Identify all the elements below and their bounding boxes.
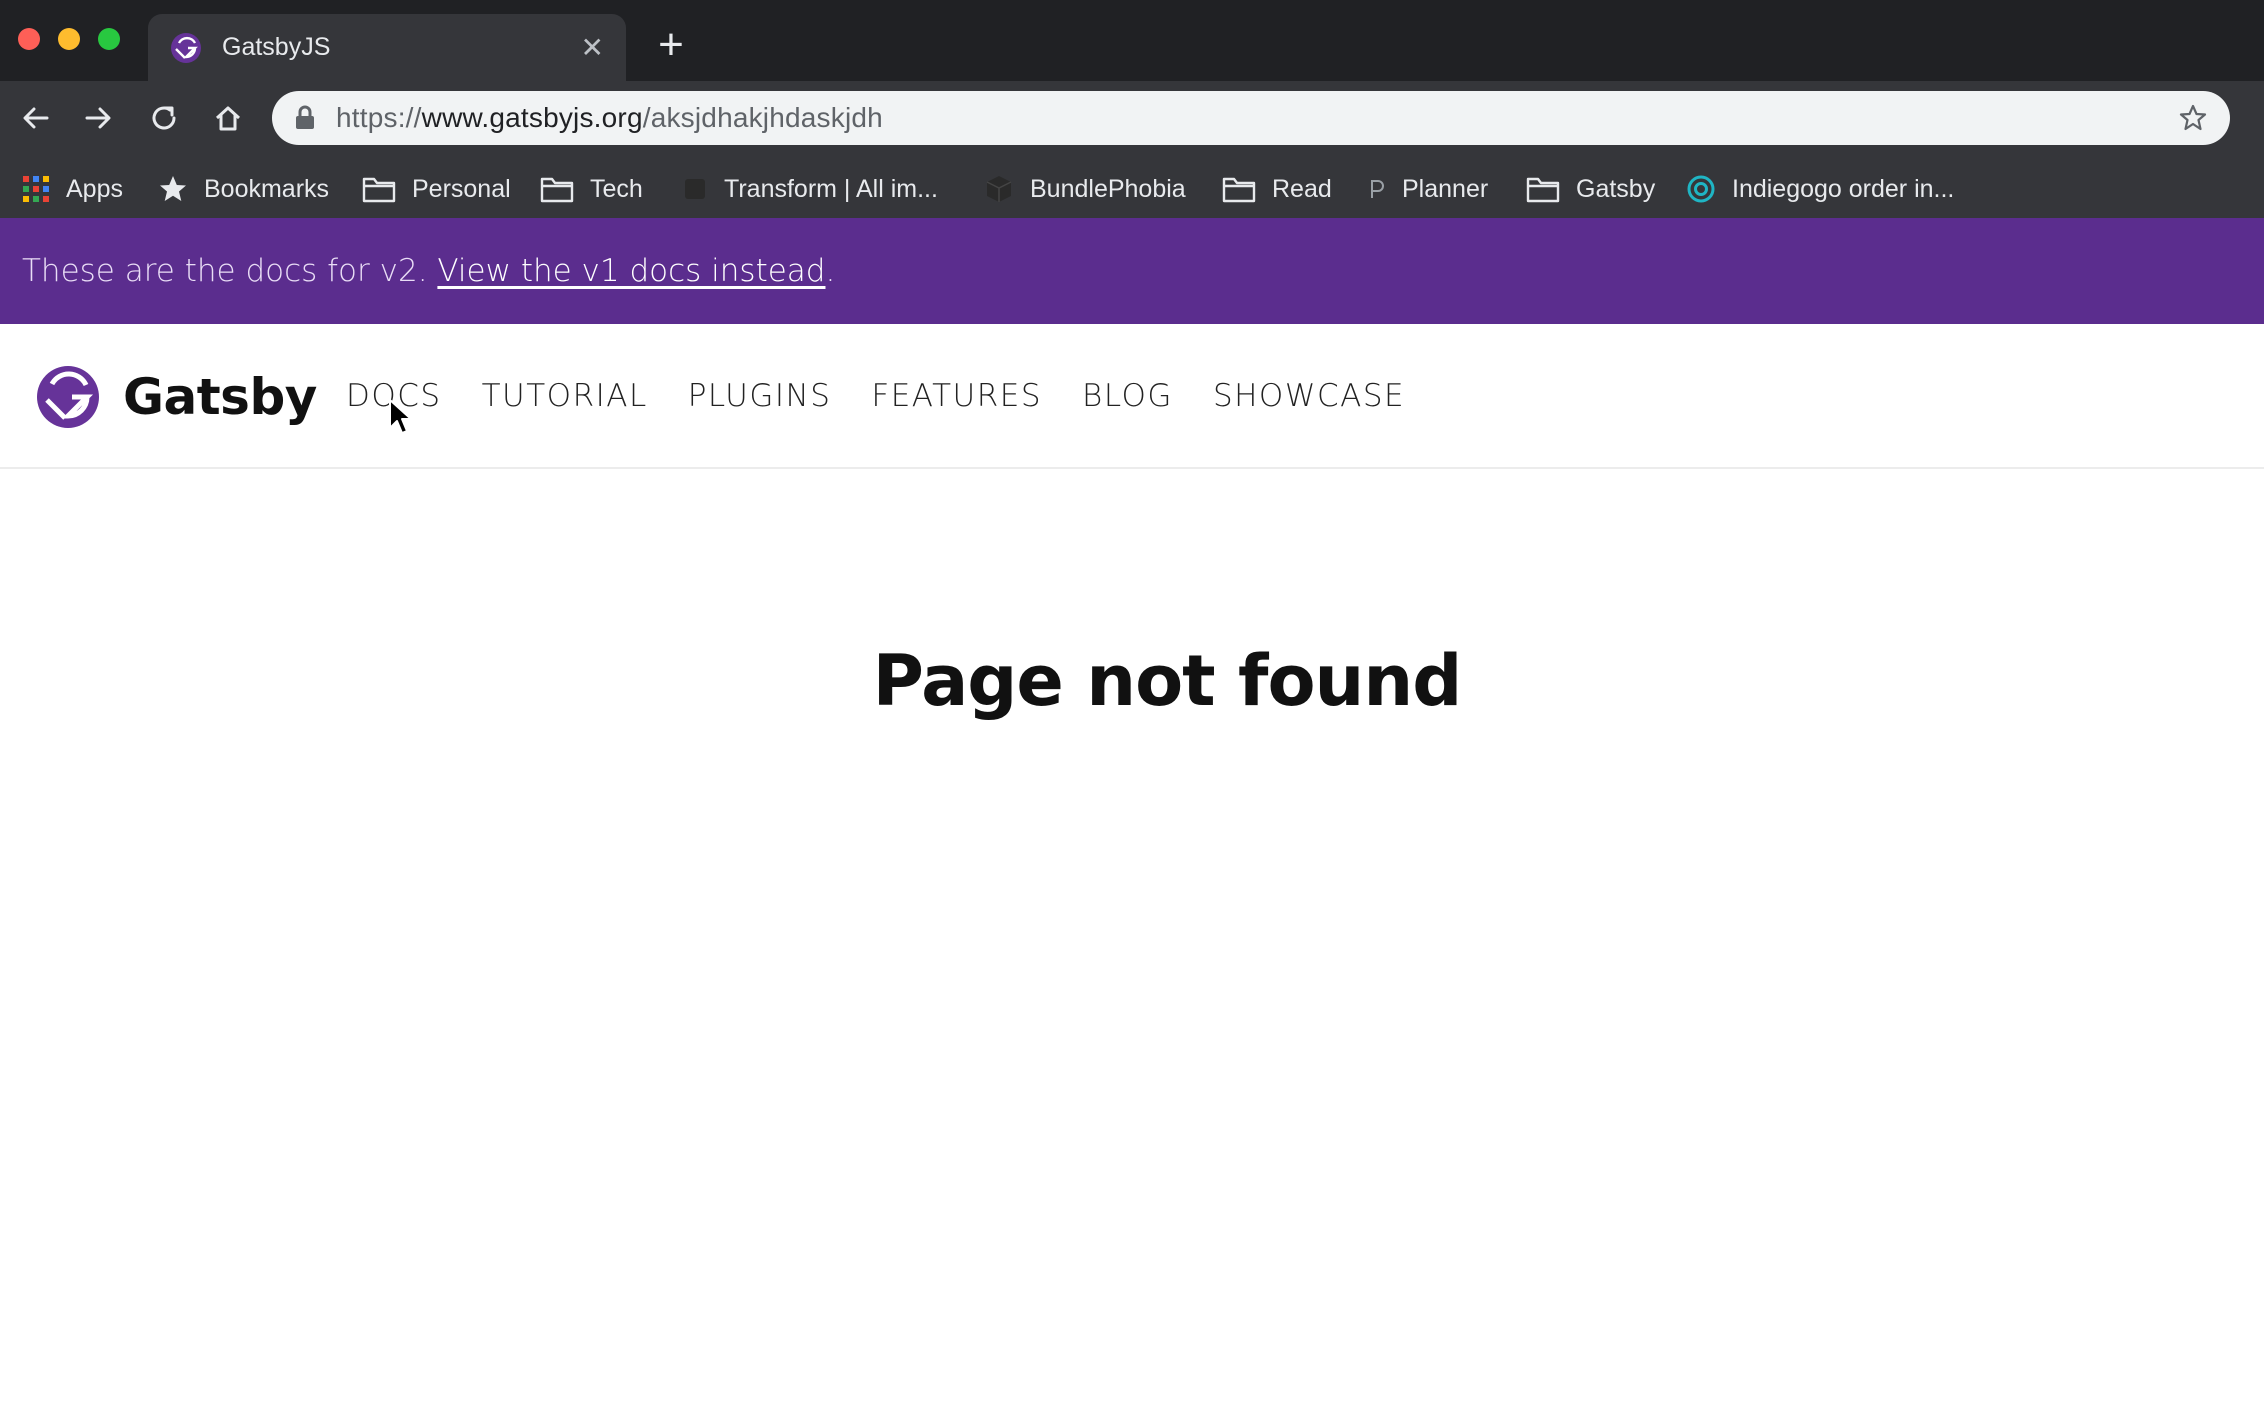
indiegogo-icon: [1687, 175, 1715, 203]
arrow-right-icon: [85, 107, 111, 129]
site-header: Gatsby DOCS TUTORIAL PLUGINS FEATURES BL…: [0, 324, 2264, 469]
home-button[interactable]: [208, 98, 248, 138]
bookmark-bundlephobia[interactable]: BundlePhobia: [984, 155, 1186, 223]
version-banner: These are the docs for v2. View the v1 d…: [0, 218, 2264, 324]
bookmark-label: Bookmarks: [204, 174, 330, 203]
close-window-button[interactable]: [18, 28, 40, 50]
tab-close-icon[interactable]: ✕: [581, 33, 604, 62]
box-icon: [986, 176, 1012, 202]
bookmark-label: Transform | All im...: [724, 174, 938, 203]
nav-showcase[interactable]: SHOWCASE: [1213, 378, 1405, 414]
reload-button[interactable]: [144, 98, 184, 138]
bookmark-tech[interactable]: Tech: [540, 155, 643, 223]
address-bar[interactable]: https://www.gatsbyjs.org/aksjdhakjhdaskj…: [272, 91, 2230, 145]
browser-toolbar: https://www.gatsbyjs.org/aksjdhakjhdaskj…: [0, 81, 2264, 155]
bookmark-gatsby[interactable]: Gatsby: [1526, 155, 1655, 223]
folder-icon: [540, 177, 574, 203]
nav-plugins[interactable]: PLUGINS: [688, 378, 832, 414]
nav-tutorial[interactable]: TUTORIAL: [482, 378, 648, 414]
bookmark-read[interactable]: Read: [1222, 155, 1332, 223]
planner-icon: [1371, 180, 1384, 198]
bookmark-personal[interactable]: Personal: [362, 155, 511, 223]
nav-features[interactable]: FEATURES: [871, 378, 1042, 414]
bookmark-star-icon[interactable]: [2178, 103, 2208, 133]
minimize-window-button[interactable]: [58, 28, 80, 50]
main-nav: DOCS TUTORIAL PLUGINS FEATURES BLOG SHOW…: [346, 324, 1405, 467]
folder-icon: [1526, 177, 1560, 203]
maximize-window-button[interactable]: [98, 28, 120, 50]
home-icon: [215, 106, 241, 131]
tab-strip: GatsbyJS ✕ +: [0, 0, 2264, 81]
reload-icon: [152, 106, 176, 130]
bookmark-label: Gatsby: [1576, 174, 1656, 203]
bookmark-label: Apps: [66, 174, 123, 203]
v1-docs-link[interactable]: View the v1 docs instead: [437, 253, 825, 289]
banner-suffix: .: [825, 253, 836, 289]
window-controls: [18, 28, 120, 50]
forward-button[interactable]: [78, 98, 118, 138]
bookmark-indiegogo[interactable]: Indiegogo order in...: [1686, 155, 1954, 223]
bookmarks-bar: Apps Bookmarks Personal Tech Transform |…: [0, 155, 2264, 223]
url-text: https://www.gatsbyjs.org/aksjdhakjhdaskj…: [336, 102, 883, 133]
lock-icon: [296, 105, 314, 129]
bookmark-apps[interactable]: Apps: [22, 155, 123, 223]
gatsby-logo-icon: [37, 366, 99, 428]
bookmark-bookmarks[interactable]: Bookmarks: [158, 155, 329, 223]
gatsby-logo[interactable]: Gatsby: [35, 364, 317, 430]
new-tab-button[interactable]: +: [648, 20, 694, 69]
page-not-found-heading: Page not found: [872, 640, 1463, 722]
bookmark-label: Read: [1272, 174, 1332, 203]
folder-icon: [362, 177, 396, 203]
bookmark-label: Tech: [590, 174, 643, 203]
logo-text: Gatsby: [123, 368, 317, 426]
arrow-left-icon: [23, 107, 49, 129]
browser-chrome: GatsbyJS ✕ + https://www.gatsbyjs.org/ak…: [0, 0, 2264, 223]
banner-text: These are the docs for v2.: [22, 253, 438, 289]
apps-grid-icon: [23, 176, 49, 202]
browser-tab[interactable]: GatsbyJS ✕: [148, 14, 626, 81]
bookmark-label: Planner: [1402, 174, 1489, 203]
bookmark-transform[interactable]: Transform | All im...: [682, 155, 938, 223]
tab-title: GatsbyJS: [222, 33, 331, 61]
bookmark-label: BundlePhobia: [1030, 174, 1186, 203]
mouse-pointer-icon: [389, 399, 412, 434]
bookmark-label: Personal: [412, 174, 511, 203]
bookmark-planner[interactable]: Planner: [1366, 155, 1488, 223]
star-icon: [160, 176, 186, 201]
nav-blog[interactable]: BLOG: [1082, 378, 1173, 414]
back-button[interactable]: [16, 98, 56, 138]
folder-icon: [1222, 177, 1256, 203]
transform-icon: [685, 179, 705, 199]
gatsby-favicon-icon: [171, 32, 201, 63]
bookmark-label: Indiegogo order in...: [1732, 174, 1955, 203]
